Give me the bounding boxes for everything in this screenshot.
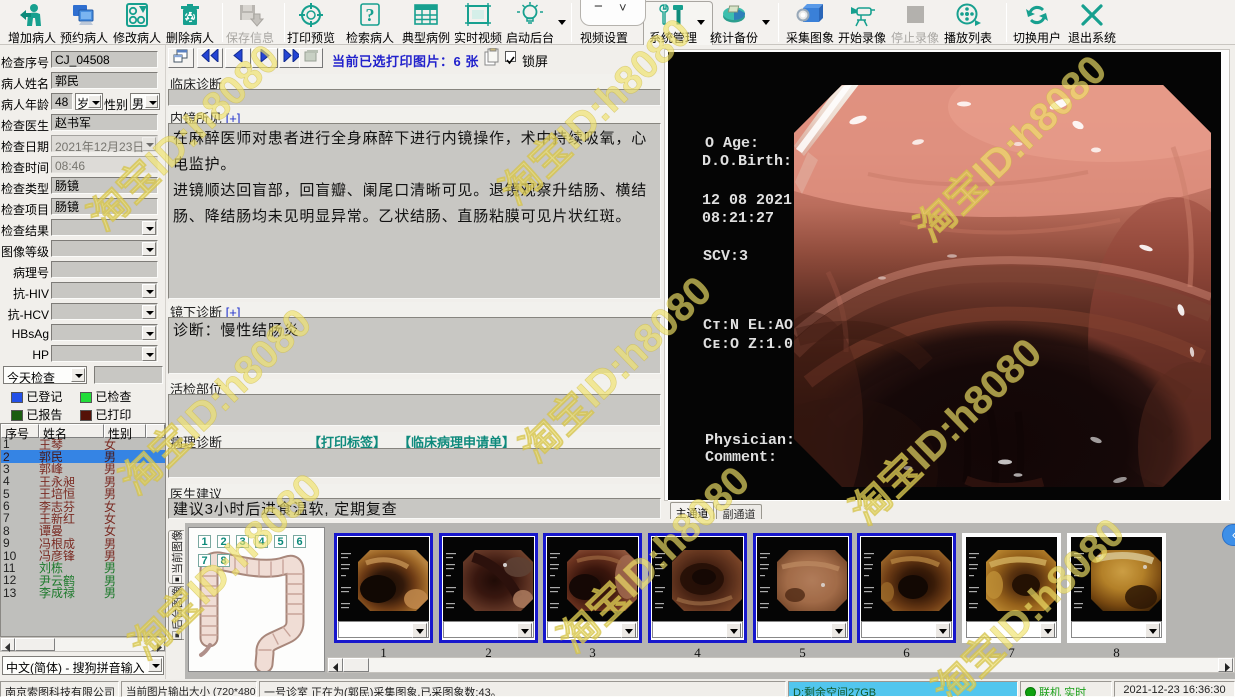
svg-text:Cᴛ:N Eʟ:AO: Cᴛ:N Eʟ:AO	[703, 317, 793, 334]
svg-text:Physician:: Physician:	[705, 432, 795, 449]
svg-text:08:21:27: 08:21:27	[702, 210, 774, 227]
svg-text:D.O.Birth:: D.O.Birth:	[702, 153, 792, 170]
svg-text:Cᴇ:O Z:1.0: Cᴇ:O Z:1.0	[703, 336, 793, 353]
svg-text:SCV:3: SCV:3	[703, 248, 748, 265]
svg-text:?: ?	[366, 5, 375, 25]
svg-text:12 08 2021: 12 08 2021	[702, 192, 792, 209]
svg-text:O Age:: O Age:	[705, 135, 759, 152]
